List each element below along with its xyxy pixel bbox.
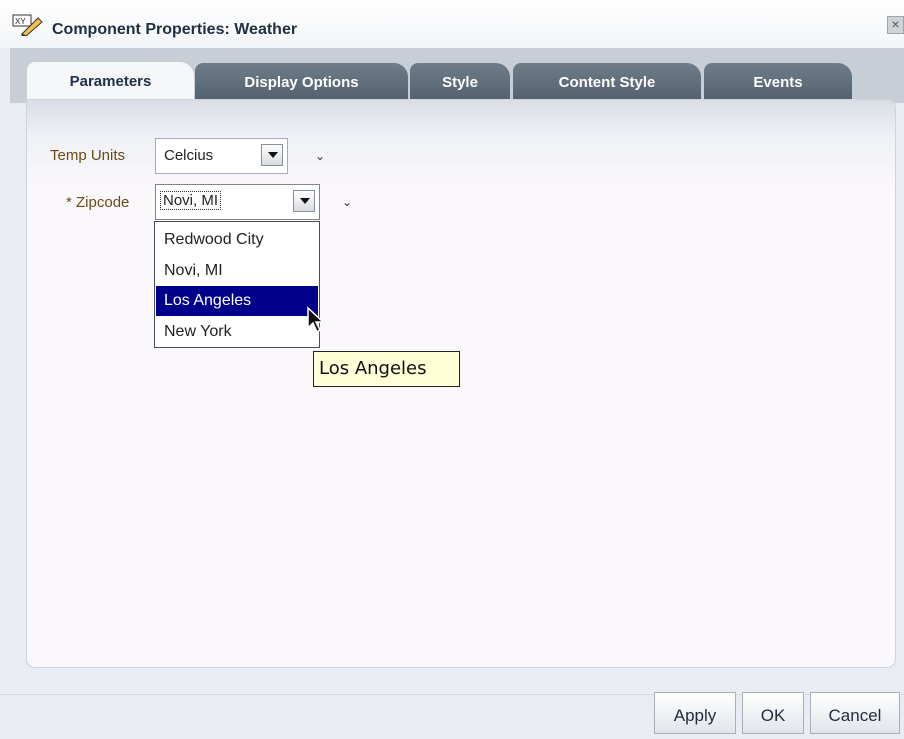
tab-events[interactable]: Events [704,63,852,101]
required-marker: * [66,194,72,211]
chevron-down-icon[interactable]: ⌄ [342,195,352,209]
temp-units-dropdown-button[interactable] [261,144,283,166]
tab-content-style[interactable]: Content Style [513,63,701,101]
title-bar: XY Component Properties: Weather × [0,0,904,48]
zipcode-dropdown-button[interactable] [293,190,315,212]
tab-style[interactable]: Style [410,63,510,101]
edit-properties-icon: XY [12,14,43,36]
temp-units-value: Celcius [164,147,214,164]
dropdown-option-highlighted[interactable]: Los Angeles [156,286,318,316]
temp-units-label: Temp Units [50,147,126,164]
cancel-button[interactable]: Cancel [810,692,900,734]
zipcode-label: * Zipcode [66,194,129,211]
window-title: Component Properties: Weather [52,21,298,38]
zipcode-dropdown-list: Redwood City Novi, MI Los Angeles New Yo… [154,221,320,348]
apply-button[interactable]: Apply [654,692,736,734]
dropdown-option[interactable]: Redwood City [156,225,318,255]
ok-button[interactable]: OK [742,692,804,734]
dropdown-option[interactable]: New York [156,317,318,347]
zipcode-value: Novi, MI [160,191,222,210]
tab-parameters[interactable]: Parameters [27,62,194,102]
zipcode-label-text: Zipcode [76,194,130,211]
tooltip: Los Angeles [313,351,460,387]
svg-text:XY: XY [15,17,26,26]
mouse-cursor-icon [307,306,325,334]
close-icon[interactable]: × [887,16,904,34]
dropdown-option[interactable]: Novi, MI [156,256,318,286]
tab-display-options[interactable]: Display Options [195,63,408,101]
chevron-down-icon[interactable]: ⌄ [315,149,325,163]
